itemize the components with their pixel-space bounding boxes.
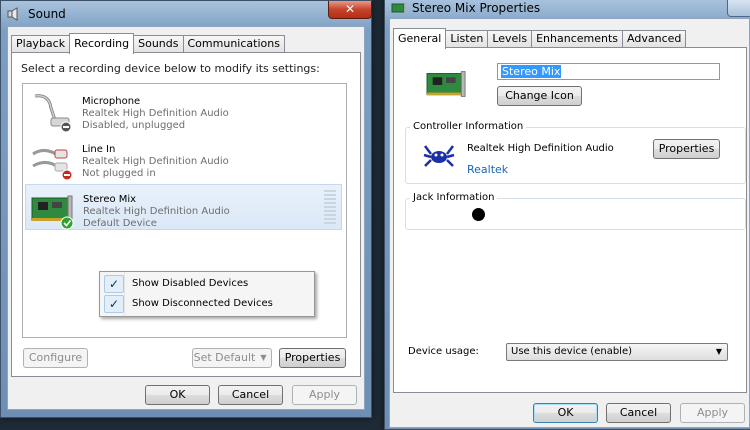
- sound-title-bar[interactable]: Sound: [1, 1, 371, 26]
- close-icon: ✕: [344, 2, 356, 16]
- configure-button[interactable]: Configure: [23, 348, 88, 368]
- controller-name: Realtek High Definition Audio: [467, 143, 614, 154]
- realtek-crab-icon: [423, 145, 455, 167]
- properties-title: Stereo Mix Properties: [412, 1, 541, 15]
- sound-title: Sound: [28, 6, 66, 21]
- tab-recording[interactable]: Recording: [69, 33, 135, 54]
- sound-tab-bar: Playback Recording Sounds Communications: [11, 32, 285, 54]
- list-item-line-in[interactable]: Line In Realtek High Definition Audio No…: [25, 135, 342, 181]
- properties-apply-button[interactable]: Apply: [680, 403, 745, 423]
- recording-instruction: Select a recording device below to modif…: [21, 62, 320, 75]
- device-status: Not plugged in: [82, 168, 156, 179]
- set-default-button[interactable]: Set Default: [192, 348, 257, 368]
- properties-tab-bar: General Listen Levels Enhancements Advan…: [393, 27, 687, 49]
- set-default-dropdown-icon[interactable]: ▼: [256, 348, 272, 368]
- microphone-icon: [34, 94, 72, 132]
- mouse-cursor-dot: [472, 208, 485, 221]
- device-status: Disabled, unplugged: [82, 120, 186, 131]
- tab-listen[interactable]: Listen: [445, 30, 489, 48]
- device-driver: Realtek High Definition Audio: [82, 108, 229, 119]
- sound-close-button[interactable]: ✕: [328, 1, 372, 19]
- tab-advanced[interactable]: Advanced: [622, 30, 687, 48]
- line-in-jack-icon: [32, 149, 73, 180]
- controller-properties-button[interactable]: Properties: [653, 139, 720, 159]
- device-name: Line In: [82, 144, 116, 155]
- properties-ok-button[interactable]: OK: [533, 403, 598, 423]
- jack-information-group: Jack Information: [405, 192, 746, 230]
- controller-heading: Controller Information: [410, 121, 527, 132]
- tab-playback[interactable]: Playback: [11, 35, 71, 53]
- tab-enhancements[interactable]: Enhancements: [531, 30, 624, 48]
- minimize-button[interactable]: [727, 0, 750, 17]
- sound-card-icon: [391, 3, 406, 13]
- context-menu: ✓ Show Disabled Devices ✓ Show Disconnec…: [99, 271, 315, 317]
- menu-item-label: Show Disabled Devices: [132, 278, 249, 289]
- chevron-down-icon: ▼: [715, 347, 722, 356]
- device-usage-value: Use this device (enable): [511, 346, 633, 357]
- sound-card-icon: [426, 71, 466, 97]
- device-status: Default Device: [83, 218, 157, 229]
- device-name-input[interactable]: Stereo Mix: [497, 63, 720, 80]
- menu-item-show-disabled[interactable]: ✓ Show Disabled Devices: [102, 274, 312, 294]
- change-icon-button[interactable]: Change Icon: [497, 86, 582, 106]
- sound-ok-button[interactable]: OK: [145, 385, 210, 405]
- sound-apply-button[interactable]: Apply: [292, 385, 357, 405]
- realtek-link[interactable]: Realtek: [467, 163, 508, 176]
- level-meter: [324, 190, 336, 226]
- device-name: Stereo Mix: [83, 194, 137, 205]
- device-name-value: Stereo Mix: [501, 65, 562, 78]
- list-item-stereo-mix[interactable]: Stereo Mix Realtek High Definition Audio…: [25, 184, 342, 230]
- device-driver: Realtek High Definition Audio: [82, 156, 229, 167]
- tab-levels[interactable]: Levels: [487, 30, 533, 48]
- list-item-microphone[interactable]: Microphone Realtek High Definition Audio…: [25, 87, 342, 133]
- menu-item-label: Show Disconnected Devices: [132, 298, 273, 309]
- properties-cancel-button[interactable]: Cancel: [606, 403, 671, 423]
- device-usage-label: Device usage:: [408, 346, 479, 357]
- menu-item-show-disconnected[interactable]: ✓ Show Disconnected Devices: [102, 294, 312, 314]
- sound-card-icon: [31, 195, 74, 230]
- tab-sounds[interactable]: Sounds: [133, 35, 184, 53]
- properties-title-bar[interactable]: Stereo Mix Properties: [385, 0, 750, 17]
- check-icon: ✓: [104, 275, 124, 293]
- speaker-icon: [7, 6, 18, 21]
- device-usage-select[interactable]: Use this device (enable) ▼: [506, 343, 728, 361]
- check-icon: ✓: [104, 295, 124, 313]
- sound-cancel-button[interactable]: Cancel: [218, 385, 283, 405]
- tab-communications[interactable]: Communications: [182, 35, 285, 53]
- device-driver: Realtek High Definition Audio: [83, 206, 230, 217]
- properties-button[interactable]: Properties: [279, 348, 346, 368]
- jack-heading: Jack Information: [410, 192, 498, 203]
- device-name: Microphone: [82, 96, 141, 107]
- tab-general[interactable]: General: [393, 28, 447, 49]
